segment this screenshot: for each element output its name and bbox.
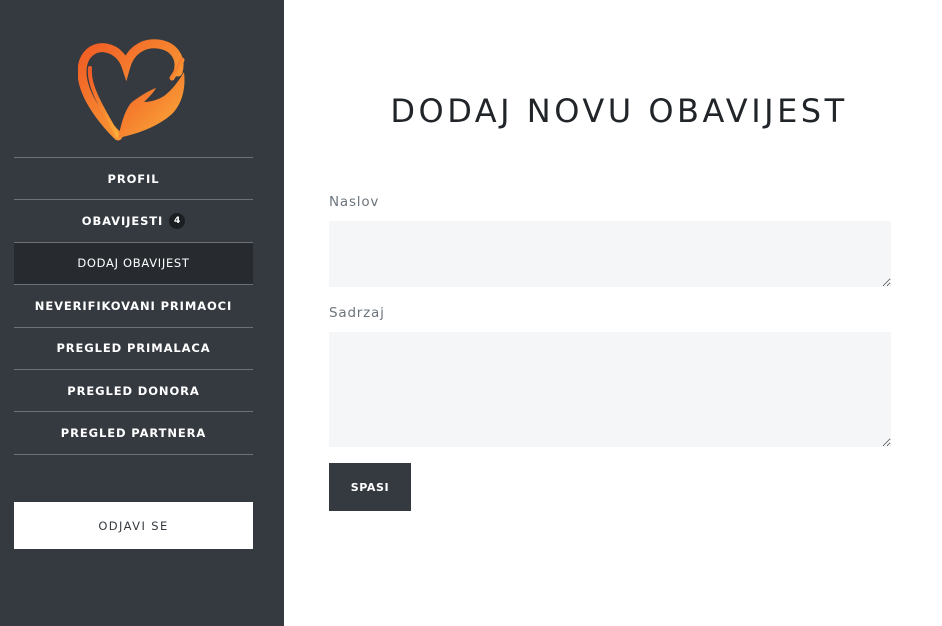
sidebar-item-pregled-primalaca[interactable]: PREGLED PRIMALACA xyxy=(14,328,253,370)
sidebar-item-label: PREGLED DONORA xyxy=(67,383,200,398)
sidebar-item-label: PREGLED PRIMALACA xyxy=(56,341,211,356)
content-field-label: Sadrzaj xyxy=(329,305,385,321)
sidebar-item-label: PROFIL xyxy=(107,171,160,186)
sidebar-item-dodaj-obavijest[interactable]: DODAJ OBAVIJEST xyxy=(14,242,253,286)
sidebar-item-neverifikovani-primaoci[interactable]: NEVERIFIKOVANI PRIMAOCI xyxy=(14,285,253,328)
content-field[interactable] xyxy=(329,332,891,447)
sidebar-item-obavijesti[interactable]: OBAVIJESTI 4 xyxy=(14,200,253,243)
sidebar-item-label: NEVERIFIKOVANI PRIMAOCI xyxy=(34,298,233,313)
logout-button[interactable]: ODJAVI SE xyxy=(14,502,253,549)
notification-count-badge: 4 xyxy=(169,213,186,230)
title-field[interactable] xyxy=(329,221,891,287)
sidebar: PROFIL OBAVIJESTI 4 DODAJ OBAVIJEST NEVE… xyxy=(0,0,284,626)
sidebar-item-pregled-partnera[interactable]: PREGLED PARTNERA xyxy=(14,412,253,455)
title-field-label: Naslov xyxy=(329,194,380,210)
heart-hand-icon[interactable] xyxy=(77,38,190,144)
sidebar-item-profil[interactable]: PROFIL xyxy=(14,158,253,201)
sidebar-item-label: PREGLED PARTNERA xyxy=(60,426,207,441)
sidebar-item-label: DODAJ OBAVIJEST xyxy=(77,256,190,271)
main-content: DODAJ NOVU OBAVIJEST Naslov Sadrzaj SPAS… xyxy=(284,0,942,626)
sidebar-item-pregled-donora[interactable]: PREGLED DONORA xyxy=(14,370,253,413)
save-button[interactable]: SPASI xyxy=(329,463,411,511)
sidebar-item-label: OBAVIJESTI xyxy=(81,214,164,229)
sidebar-nav: PROFIL OBAVIJESTI 4 DODAJ OBAVIJEST NEVE… xyxy=(14,157,253,455)
page-title: DODAJ NOVU OBAVIJEST xyxy=(390,92,848,130)
